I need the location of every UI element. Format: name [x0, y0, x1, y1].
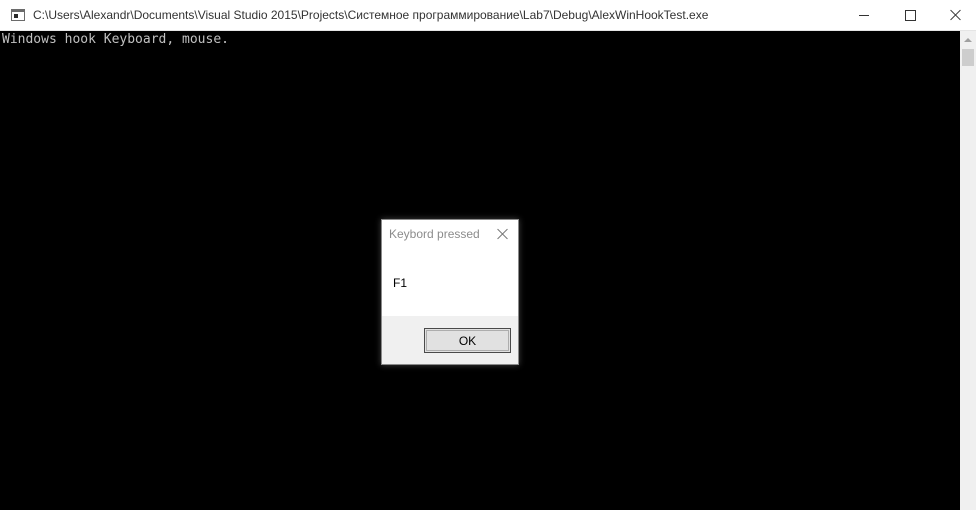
dialog-title: Keybord pressed — [389, 227, 480, 241]
dialog-message: F1 — [393, 276, 408, 290]
title-bar[interactable]: C:\Users\Alexandr\Documents\Visual Studi… — [0, 0, 976, 31]
scroll-up-arrow-icon — [964, 37, 972, 42]
maximize-icon — [904, 9, 916, 21]
vertical-scrollbar[interactable] — [960, 31, 976, 510]
close-button[interactable] — [933, 0, 976, 30]
scroll-thumb[interactable] — [962, 49, 974, 66]
ok-button[interactable]: OK — [424, 328, 511, 353]
scroll-up-button[interactable] — [960, 31, 976, 48]
maximize-button[interactable] — [887, 0, 933, 30]
console-app-icon[interactable] — [11, 9, 25, 21]
close-icon — [497, 228, 509, 240]
console-window: C:\Users\Alexandr\Documents\Visual Studi… — [0, 0, 976, 510]
message-box-dialog: Keybord pressed F1 OK — [381, 219, 519, 365]
dialog-footer: OK — [382, 316, 518, 364]
dialog-close-button[interactable] — [495, 226, 511, 242]
minimize-icon — [859, 14, 869, 16]
console-output-line: Windows hook Keyboard, mouse. — [2, 32, 229, 47]
minimize-button[interactable] — [841, 0, 887, 30]
window-title: C:\Users\Alexandr\Documents\Visual Studi… — [33, 8, 709, 22]
close-icon — [950, 9, 962, 21]
